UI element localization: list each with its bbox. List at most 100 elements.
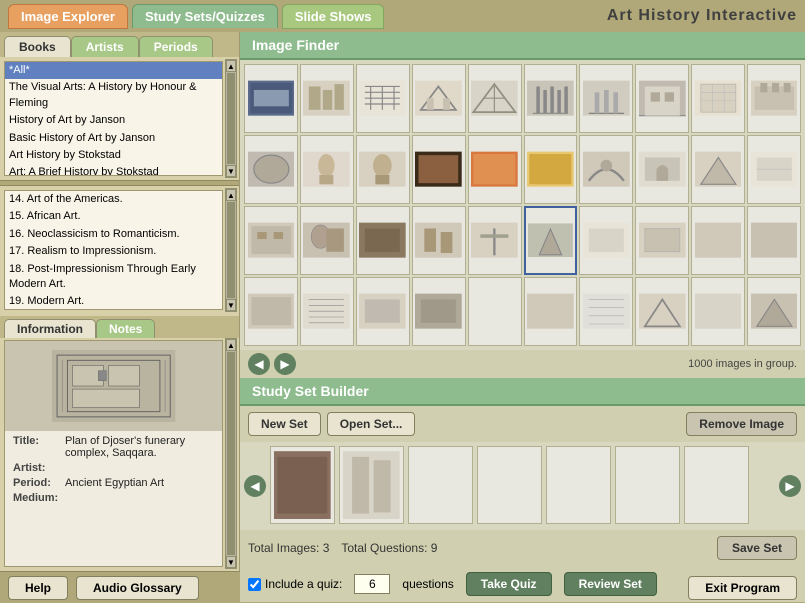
image-cell[interactable] bbox=[691, 277, 745, 346]
image-cell[interactable] bbox=[579, 206, 633, 275]
list-item[interactable]: 17. Realism to Impressionism. bbox=[5, 243, 222, 260]
image-cell[interactable] bbox=[468, 206, 522, 275]
image-cell[interactable] bbox=[468, 135, 522, 204]
image-cell[interactable] bbox=[747, 206, 801, 275]
include-quiz-checkbox[interactable] bbox=[248, 578, 261, 591]
image-cell[interactable] bbox=[300, 135, 354, 204]
new-set-button[interactable]: New Set bbox=[248, 412, 321, 436]
image-cell[interactable] bbox=[244, 206, 298, 275]
tab-information[interactable]: Information bbox=[4, 319, 96, 338]
list-item[interactable]: Art History by Stokstad bbox=[5, 147, 222, 164]
exit-program-button[interactable]: Exit Program bbox=[688, 576, 797, 600]
left-tabs: Books Artists Periods bbox=[0, 32, 239, 57]
tab-artists[interactable]: Artists bbox=[71, 36, 139, 57]
list-item[interactable]: 19. Modern Art. bbox=[5, 293, 222, 310]
tab-notes[interactable]: Notes bbox=[96, 319, 155, 338]
image-cell[interactable] bbox=[635, 135, 689, 204]
image-cell[interactable] bbox=[524, 206, 578, 275]
image-cell[interactable] bbox=[747, 64, 801, 133]
info-tabs: Information Notes bbox=[0, 316, 239, 338]
scroll-up[interactable]: ▲ bbox=[226, 339, 236, 351]
books-scrollbar[interactable]: ▲ ▼ bbox=[225, 59, 237, 178]
list-item[interactable]: Art: A Brief History by Stokstad bbox=[5, 164, 222, 176]
chapters-scrollbar[interactable]: ▲ ▼ bbox=[225, 188, 237, 312]
strip-cell[interactable] bbox=[546, 446, 611, 524]
quiz-questions-input[interactable] bbox=[354, 574, 390, 594]
strip-cell[interactable] bbox=[408, 446, 473, 524]
image-cell[interactable] bbox=[635, 206, 689, 275]
image-cell[interactable] bbox=[356, 206, 410, 275]
list-item[interactable]: 14. Art of the Americas. bbox=[5, 191, 222, 208]
image-cell[interactable] bbox=[468, 64, 522, 133]
study-set-builder-header: Study Set Builder bbox=[240, 378, 805, 406]
list-item[interactable]: History of Art by Janson bbox=[5, 112, 222, 129]
period-label: Period: bbox=[13, 477, 65, 489]
image-cell[interactable] bbox=[524, 135, 578, 204]
audio-glossary-button[interactable]: Audio Glossary bbox=[76, 576, 199, 600]
tab-books[interactable]: Books bbox=[4, 36, 71, 57]
strip-cell[interactable] bbox=[684, 446, 749, 524]
tab-study-sets[interactable]: Study Sets/Quizzes bbox=[132, 4, 278, 28]
image-cell[interactable] bbox=[635, 64, 689, 133]
strip-cell[interactable] bbox=[615, 446, 680, 524]
images-count: 1000 images in group. bbox=[688, 358, 797, 370]
save-set-button[interactable]: Save Set bbox=[717, 536, 797, 560]
image-cell[interactable] bbox=[747, 277, 801, 346]
list-item[interactable]: 15. African Art. bbox=[5, 208, 222, 225]
remove-image-button[interactable]: Remove Image bbox=[686, 412, 797, 436]
list-item[interactable]: Basic History of Art by Janson bbox=[5, 130, 222, 147]
image-cell[interactable] bbox=[579, 277, 633, 346]
artist-row: Artist: bbox=[13, 462, 214, 474]
open-set-button[interactable]: Open Set... bbox=[327, 412, 416, 436]
strip-cell[interactable] bbox=[339, 446, 404, 524]
image-cell[interactable] bbox=[300, 64, 354, 133]
tab-slide-shows[interactable]: Slide Shows bbox=[282, 4, 385, 29]
image-cell[interactable] bbox=[579, 64, 633, 133]
image-cell[interactable] bbox=[412, 206, 466, 275]
image-cell[interactable] bbox=[244, 277, 298, 346]
image-cell[interactable] bbox=[412, 135, 466, 204]
list-item[interactable]: 16. Neoclassicism to Romanticism. bbox=[5, 226, 222, 243]
review-set-button[interactable]: Review Set bbox=[564, 572, 657, 596]
image-cell[interactable] bbox=[244, 135, 298, 204]
image-cell[interactable] bbox=[691, 135, 745, 204]
strip-prev-button[interactable]: ◀ bbox=[244, 475, 266, 497]
list-item[interactable]: The Visual Arts: A History by Honour & F… bbox=[5, 79, 222, 112]
image-cell[interactable] bbox=[691, 206, 745, 275]
strip-cell[interactable] bbox=[270, 446, 335, 524]
help-button[interactable]: Help bbox=[8, 576, 68, 600]
image-cell[interactable] bbox=[747, 135, 801, 204]
image-cell[interactable] bbox=[356, 64, 410, 133]
image-cell[interactable] bbox=[412, 277, 466, 346]
image-cell[interactable] bbox=[356, 135, 410, 204]
builder-toolbar: New Set Open Set... Remove Image bbox=[240, 406, 805, 442]
info-fields: Title: Plan of Djoser's funerary complex… bbox=[5, 431, 222, 511]
tab-periods[interactable]: Periods bbox=[139, 36, 213, 57]
image-cell[interactable] bbox=[635, 277, 689, 346]
image-cell[interactable] bbox=[579, 135, 633, 204]
list-item[interactable]: *All* bbox=[5, 62, 222, 79]
tab-image-explorer[interactable]: Image Explorer bbox=[8, 4, 128, 29]
image-cell[interactable] bbox=[300, 206, 354, 275]
scroll-up[interactable]: ▲ bbox=[226, 189, 236, 201]
image-cell[interactable] bbox=[524, 277, 578, 346]
image-cell[interactable] bbox=[356, 277, 410, 346]
image-cell[interactable] bbox=[468, 277, 522, 346]
image-cell[interactable] bbox=[300, 277, 354, 346]
image-cell[interactable] bbox=[524, 64, 578, 133]
scroll-up[interactable]: ▲ bbox=[226, 60, 236, 72]
image-cell[interactable] bbox=[412, 64, 466, 133]
take-quiz-button[interactable]: Take Quiz bbox=[466, 572, 552, 596]
scroll-thumb bbox=[227, 202, 235, 298]
next-page-button[interactable]: ▶ bbox=[274, 353, 296, 375]
image-cell[interactable] bbox=[244, 64, 298, 133]
strip-cell[interactable] bbox=[477, 446, 542, 524]
scroll-down[interactable]: ▼ bbox=[226, 165, 236, 177]
image-cell[interactable] bbox=[691, 64, 745, 133]
info-scrollbar[interactable]: ▲ ▼ bbox=[225, 338, 237, 569]
scroll-down[interactable]: ▼ bbox=[226, 299, 236, 311]
scroll-down[interactable]: ▼ bbox=[226, 556, 236, 568]
strip-next-button[interactable]: ▶ bbox=[779, 475, 801, 497]
prev-page-button[interactable]: ◀ bbox=[248, 353, 270, 375]
list-item[interactable]: 18. Post-Impressionism Through Early Mod… bbox=[5, 261, 222, 294]
